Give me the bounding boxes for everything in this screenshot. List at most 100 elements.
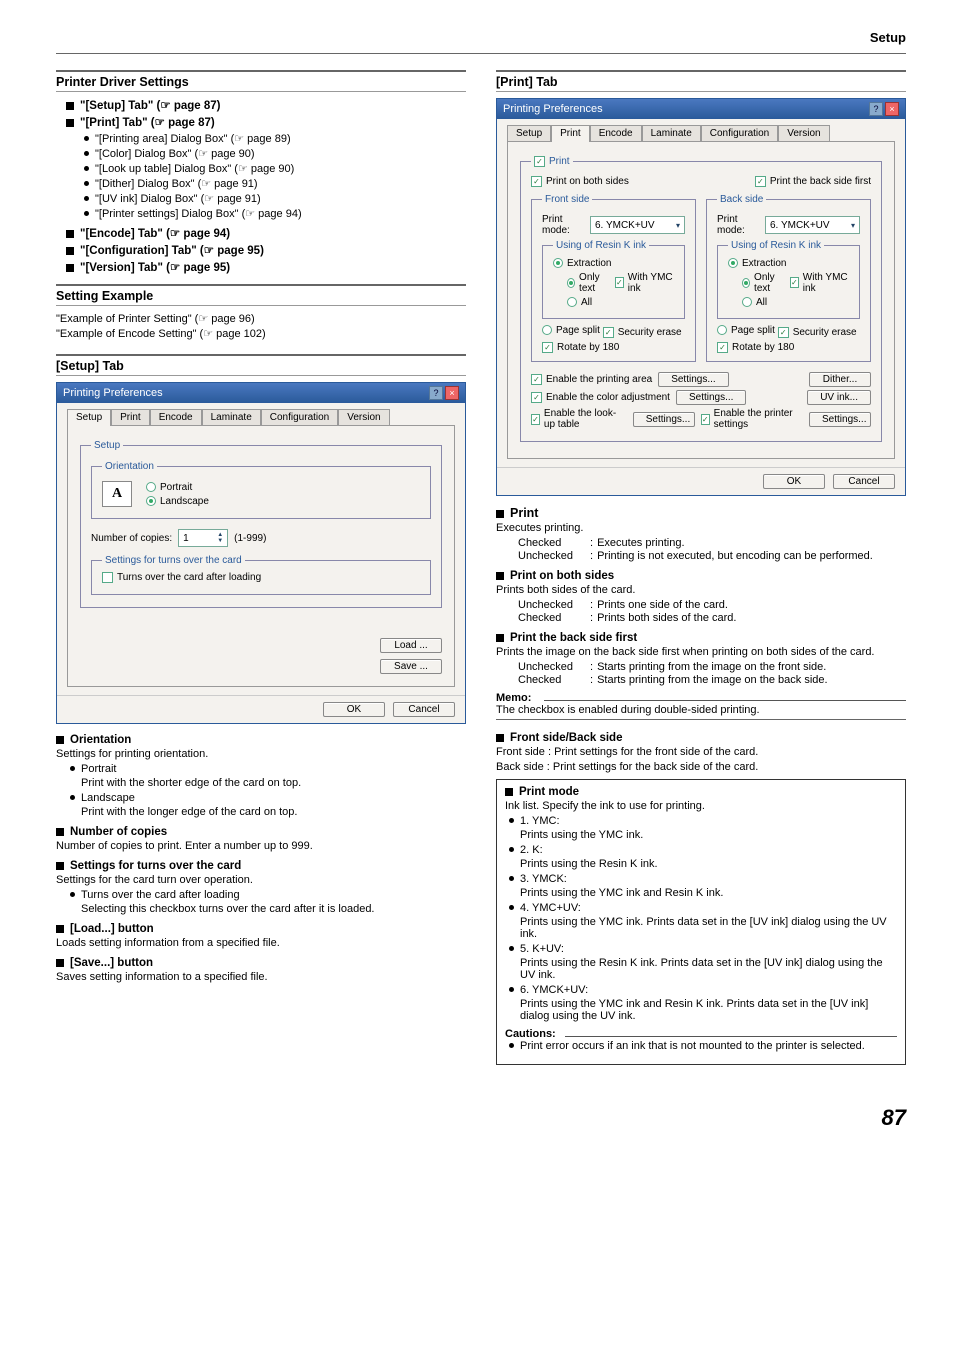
- lookup-settings-button[interactable]: Settings...: [633, 412, 695, 427]
- memo-text: The checkbox is enabled during double-si…: [496, 704, 906, 716]
- toc-version-tab[interactable]: "[Version] Tab" (☞ page 95): [66, 260, 466, 274]
- ok-button[interactable]: OK: [323, 702, 385, 717]
- pm-5: 5. K+UV:: [509, 943, 897, 955]
- dialog-title: Printing Preferences: [503, 103, 603, 115]
- h-turns-desc: Settings for the card turn over operatio…: [56, 874, 466, 886]
- turns-checkbox[interactable]: Turns over the card after loading: [102, 572, 261, 583]
- load-button[interactable]: Load ...: [380, 638, 442, 653]
- h-print-desc: Executes printing.: [496, 522, 906, 534]
- setup-tab-heading: [Setup] Tab: [56, 354, 466, 376]
- tab-version[interactable]: Version: [778, 125, 829, 142]
- toc-dither[interactable]: "[Dither] Dialog Box" (☞ page 91): [84, 177, 466, 190]
- help-icon[interactable]: ?: [429, 386, 443, 400]
- toc-setup-tab[interactable]: "[Setup] Tab" (☞ page 87): [66, 98, 466, 112]
- cautions-label: Cautions:: [505, 1028, 897, 1040]
- front-security-checkbox[interactable]: ✓Security erase: [603, 327, 682, 338]
- cautions-text: Print error occurs if an ink that is not…: [509, 1040, 897, 1052]
- back-onlytext-radio[interactable]: Only text: [742, 272, 784, 294]
- dither-button[interactable]: Dither...: [809, 372, 871, 387]
- h-print-mode-desc: Ink list. Specify the ink to use for pri…: [505, 800, 897, 812]
- toc-configuration-tab[interactable]: "[Configuration] Tab" (☞ page 95): [66, 243, 466, 257]
- toc-lookup[interactable]: "[Look up table] Dialog Box" (☞ page 90): [84, 162, 466, 175]
- orientation-group: Orientation A Portrait Landscape: [91, 461, 431, 519]
- tab-setup[interactable]: Setup: [67, 409, 111, 426]
- enable-color-checkbox[interactable]: ✓Enable the color adjustment: [531, 392, 670, 403]
- h-load: [Load...] button: [56, 923, 466, 935]
- ok-button[interactable]: OK: [763, 474, 825, 489]
- example-encode-setting[interactable]: "Example of Encode Setting" (☞ page 102): [56, 327, 466, 340]
- enable-printer-checkbox[interactable]: ✓Enable the printer settings: [701, 408, 803, 430]
- front-all-radio[interactable]: All: [567, 297, 592, 308]
- num-copies-range: (1-999): [234, 533, 266, 544]
- h-back-desc: Prints the image on the back side first …: [496, 646, 906, 658]
- h-turns: Settings for turns over the card: [56, 860, 466, 872]
- tab-print[interactable]: Print: [551, 125, 590, 142]
- color-settings-button[interactable]: Settings...: [676, 390, 746, 405]
- back-security-checkbox[interactable]: ✓Security erase: [778, 327, 857, 338]
- front-onlytext-radio[interactable]: Only text: [567, 272, 609, 294]
- portrait-item: Portrait: [70, 763, 466, 775]
- orientation-icon: A: [102, 481, 132, 507]
- front-mode-select[interactable]: 6. YMCK+UV▾: [590, 216, 685, 234]
- back-withymc-checkbox[interactable]: ✓With YMC ink: [790, 272, 849, 294]
- print-checkbox[interactable]: ✓Print: [534, 156, 570, 167]
- both-sides-checkbox[interactable]: ✓Print on both sides: [531, 176, 629, 187]
- tab-encode[interactable]: Encode: [590, 125, 642, 142]
- h-fb: Front side/Back side: [496, 732, 906, 744]
- cancel-button[interactable]: Cancel: [393, 702, 455, 717]
- toc-print-tab[interactable]: "[Print] Tab" (☞ page 87): [66, 115, 466, 129]
- print-group: ✓Print ✓Print on both sides ✓Print the b…: [520, 156, 882, 442]
- front-extraction-radio[interactable]: Extraction: [553, 258, 611, 269]
- front-withymc-checkbox[interactable]: ✓With YMC ink: [615, 272, 674, 294]
- tab-print[interactable]: Print: [111, 409, 150, 426]
- back-pagesplit-radio[interactable]: Page split: [717, 325, 775, 336]
- tab-laminate[interactable]: Laminate: [202, 409, 261, 426]
- close-icon[interactable]: ×: [885, 102, 899, 116]
- h-orientation: Orientation: [56, 734, 466, 746]
- toc-color[interactable]: "[Color] Dialog Box" (☞ page 90): [84, 147, 466, 160]
- setup-group: Setup Orientation A Portrait Landscape N…: [80, 440, 442, 608]
- save-button[interactable]: Save ...: [380, 659, 442, 674]
- tab-configuration[interactable]: Configuration: [261, 409, 338, 426]
- header-rule: [56, 53, 906, 54]
- tab-setup[interactable]: Setup: [507, 125, 551, 142]
- tab-laminate[interactable]: Laminate: [642, 125, 701, 142]
- enable-lookup-checkbox[interactable]: ✓Enable the look-up table: [531, 408, 627, 430]
- front-resink-group: Using of Resin K ink Extraction Only tex…: [542, 240, 685, 319]
- tab-encode[interactable]: Encode: [150, 409, 202, 426]
- front-rotate-checkbox[interactable]: ✓Rotate by 180: [542, 342, 619, 353]
- back-extraction-radio[interactable]: Extraction: [728, 258, 786, 269]
- toc-uvink[interactable]: "[UV ink] Dialog Box" (☞ page 91): [84, 192, 466, 205]
- front-pagesplit-radio[interactable]: Page split: [542, 325, 600, 336]
- back-rotate-checkbox[interactable]: ✓Rotate by 180: [717, 342, 794, 353]
- print-mode-box: Print mode Ink list. Specify the ink to …: [496, 779, 906, 1065]
- h-copies: Number of copies: [56, 826, 466, 838]
- back-first-checkbox[interactable]: ✓Print the back side first: [755, 176, 871, 187]
- section-setting-example: Setting Example: [56, 284, 466, 306]
- landscape-radio[interactable]: Landscape: [146, 496, 209, 507]
- uvink-button[interactable]: UV ink...: [807, 390, 871, 405]
- h-print-mode: Print mode: [505, 786, 897, 798]
- toc-encode-tab[interactable]: "[Encode] Tab" (☞ page 94): [66, 226, 466, 240]
- area-settings-button[interactable]: Settings...: [658, 372, 728, 387]
- help-icon[interactable]: ?: [869, 102, 883, 116]
- h-save-desc: Saves setting information to a specified…: [56, 971, 466, 983]
- tab-configuration[interactable]: Configuration: [701, 125, 778, 142]
- cancel-button[interactable]: Cancel: [833, 474, 895, 489]
- tab-version[interactable]: Version: [338, 409, 389, 426]
- right-column: [Print] Tab Printing Preferences ?× Setu…: [496, 66, 906, 1065]
- h-both-desc: Prints both sides of the card.: [496, 584, 906, 596]
- turns-bullet: Turns over the card after loading: [70, 889, 466, 901]
- num-copies-input[interactable]: 1▲▼: [178, 529, 228, 547]
- close-icon[interactable]: ×: [445, 386, 459, 400]
- printer-settings-button[interactable]: Settings...: [809, 412, 871, 427]
- enable-area-checkbox[interactable]: ✓Enable the printing area: [531, 374, 652, 385]
- toc-printersettings[interactable]: "[Printer settings] Dialog Box" (☞ page …: [84, 207, 466, 220]
- toc-printing-area[interactable]: "[Printing area] Dialog Box" (☞ page 89): [84, 132, 466, 145]
- example-printer-setting[interactable]: "Example of Printer Setting" (☞ page 96): [56, 312, 466, 325]
- back-mode-select[interactable]: 6. YMCK+UV▾: [765, 216, 860, 234]
- section-printer-driver-settings: Printer Driver Settings: [56, 70, 466, 92]
- portrait-radio[interactable]: Portrait: [146, 482, 192, 493]
- setup-dialog: Printing Preferences ?× Setup Print Enco…: [56, 382, 466, 724]
- back-all-radio[interactable]: All: [742, 297, 767, 308]
